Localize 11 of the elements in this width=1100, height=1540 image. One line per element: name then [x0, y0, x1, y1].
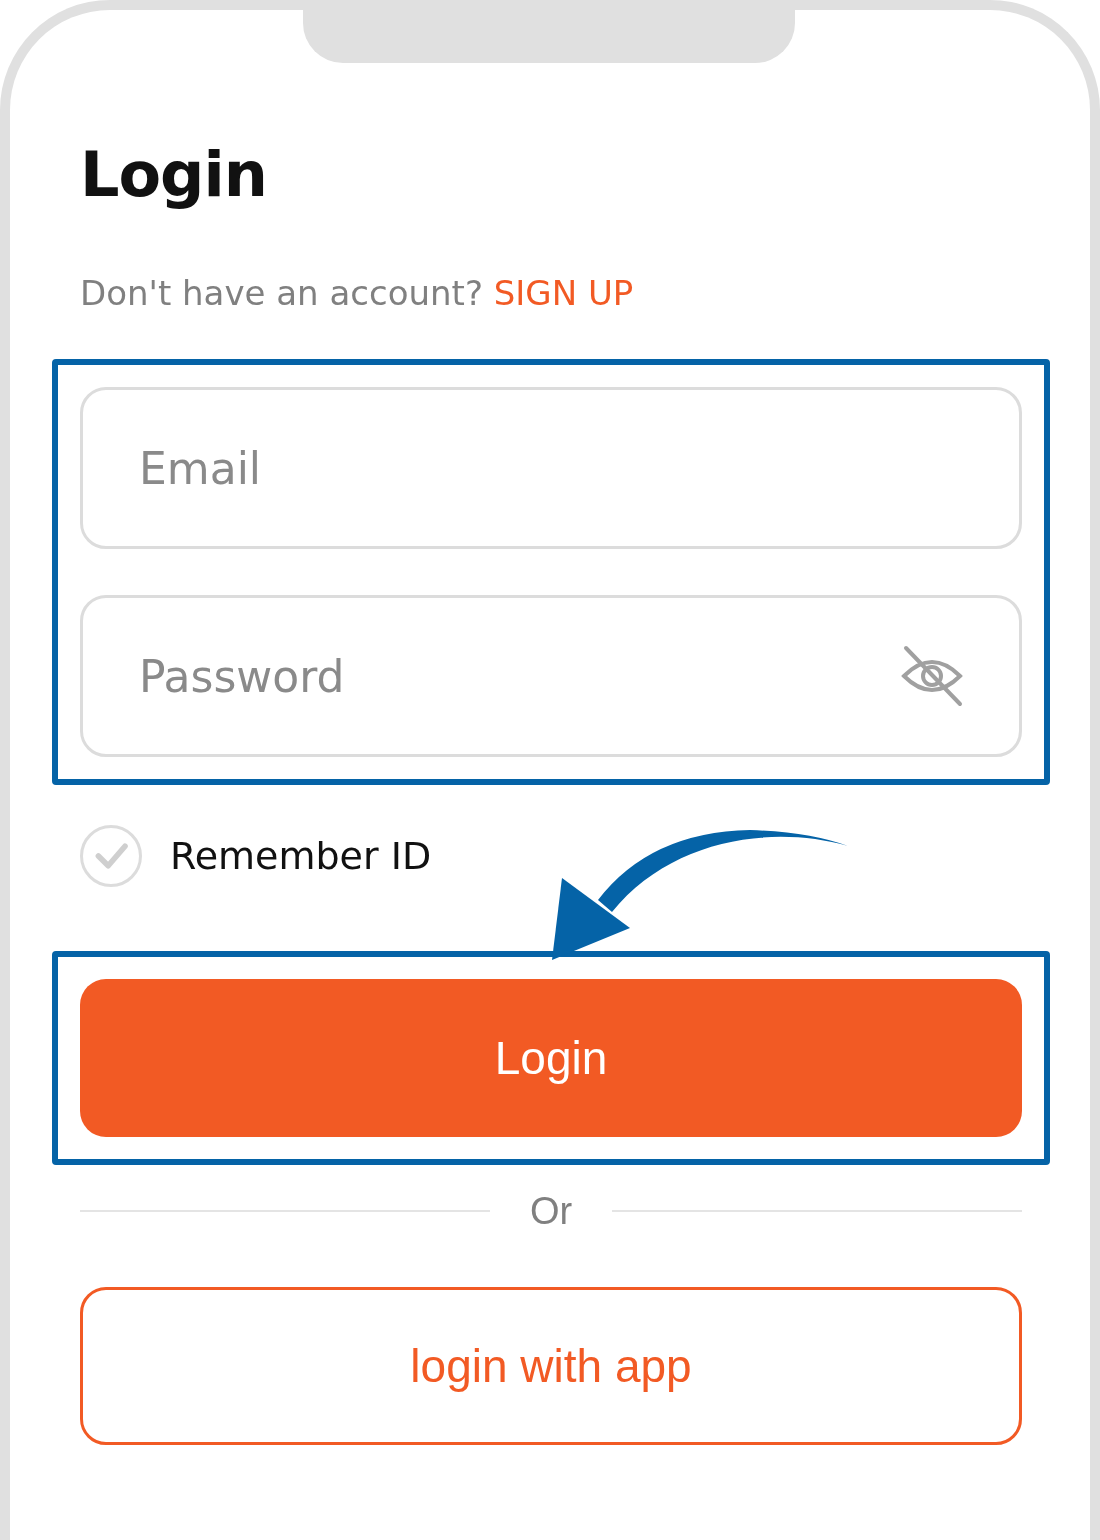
login-with-app-button[interactable]: login with app — [80, 1287, 1022, 1445]
login-button[interactable]: Login — [80, 979, 1022, 1137]
signup-prompt: Don't have an account? — [80, 273, 483, 313]
page-title: Login — [80, 138, 268, 211]
signup-link[interactable]: SIGN UP — [493, 273, 634, 313]
remember-checkbox[interactable] — [80, 825, 142, 887]
eye-off-icon[interactable] — [900, 644, 964, 708]
password-field[interactable]: Password — [80, 595, 1022, 757]
remember-label: Remember ID — [170, 834, 432, 878]
email-field[interactable]: Email — [80, 387, 1022, 549]
divider-label: Or — [528, 1189, 574, 1233]
